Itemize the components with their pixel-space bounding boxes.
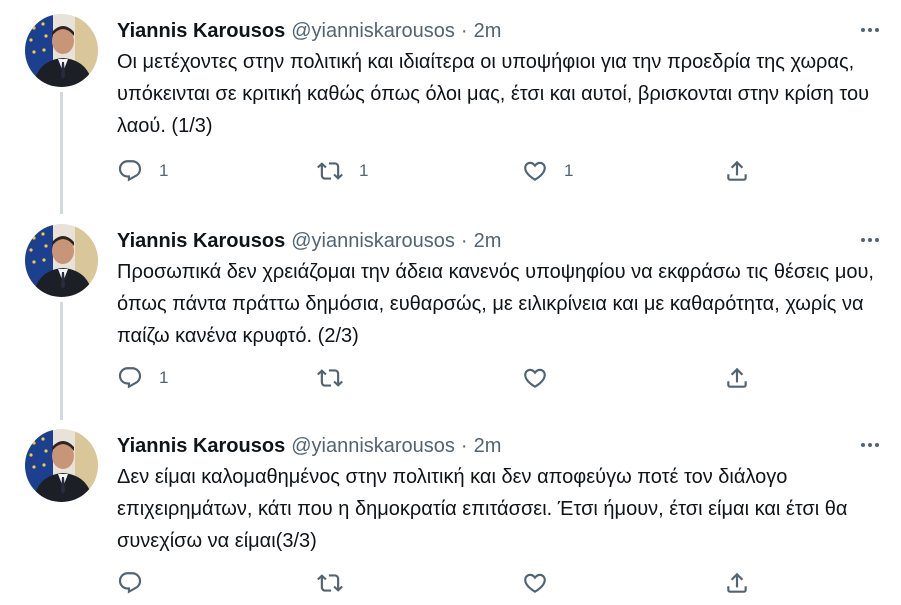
like-button[interactable]: 1	[522, 153, 573, 189]
retweet-button[interactable]	[317, 565, 359, 601]
author-handle[interactable]: @yianniskarousos	[291, 230, 455, 253]
timestamp[interactable]: 2m	[474, 230, 502, 253]
more-icon	[858, 433, 882, 457]
tweet[interactable]: Yiannis Karousos @yianniskarousos · 2m Π…	[0, 210, 901, 420]
timestamp[interactable]: 2m	[474, 20, 502, 43]
reply-button[interactable]	[117, 565, 159, 601]
tweet-header: Yiannis Karousos @yianniskarousos · 2m	[117, 431, 881, 461]
retweet-icon	[317, 570, 343, 596]
thread-connector-line	[60, 302, 63, 420]
reply-icon	[117, 158, 143, 184]
separator-dot: ·	[460, 229, 468, 252]
tweet-text: Δεν είμαι καλομαθημένος στην πολιτική κα…	[117, 466, 848, 552]
thread-connector-line	[60, 92, 63, 214]
tweet-header: Yiannis Karousos @yianniskarousos · 2m	[117, 16, 881, 46]
author-handle[interactable]: @yianniskarousos	[291, 435, 455, 458]
more-options-button[interactable]	[855, 433, 885, 457]
share-icon	[724, 365, 750, 391]
more-options-button[interactable]	[855, 228, 885, 252]
share-icon	[724, 570, 750, 596]
share-button[interactable]	[724, 153, 750, 189]
more-icon	[858, 18, 882, 42]
tweet-actions	[117, 565, 757, 601]
reply-icon	[117, 365, 143, 391]
retweet-button[interactable]	[317, 360, 359, 396]
avatar[interactable]	[25, 224, 98, 297]
tweet[interactable]: Yiannis Karousos @yianniskarousos · 2m Δ…	[0, 415, 901, 605]
like-button[interactable]	[522, 360, 564, 396]
avatar[interactable]	[25, 429, 98, 502]
share-button[interactable]	[724, 565, 750, 601]
share-icon	[724, 158, 750, 184]
avatar[interactable]	[25, 14, 98, 87]
tweet-text: Οι μετέχοντες στην πολιτική και ιδιαίτερ…	[117, 51, 870, 137]
author-name[interactable]: Yiannis Karousos	[117, 230, 285, 253]
separator-dot: ·	[460, 19, 468, 42]
reply-icon	[117, 570, 143, 596]
retweet-icon	[317, 158, 343, 184]
author-handle[interactable]: @yianniskarousos	[291, 20, 455, 43]
tweet[interactable]: Yiannis Karousos @yianniskarousos · 2m Ο…	[0, 0, 901, 214]
like-icon	[522, 158, 548, 184]
like-count: 1	[564, 161, 574, 180]
like-icon	[522, 365, 548, 391]
more-icon	[858, 228, 882, 252]
reply-count: 1	[159, 368, 169, 387]
tweet-actions: 1 1 1	[117, 153, 757, 189]
tweet-header: Yiannis Karousos @yianniskarousos · 2m	[117, 226, 881, 256]
reply-button[interactable]: 1	[117, 360, 168, 396]
retweet-count: 1	[359, 161, 369, 180]
more-options-button[interactable]	[855, 18, 885, 42]
author-name[interactable]: Yiannis Karousos	[117, 20, 285, 43]
separator-dot: ·	[460, 434, 468, 457]
reply-button[interactable]: 1	[117, 153, 168, 189]
tweet-thread: Yiannis Karousos @yianniskarousos · 2m Ο…	[0, 0, 901, 605]
share-button[interactable]	[724, 360, 750, 396]
tweet-text: Προσωπικά δεν χρειάζομαι την άδεια κανεν…	[117, 261, 874, 347]
like-icon	[522, 570, 548, 596]
retweet-icon	[317, 365, 343, 391]
like-button[interactable]	[522, 565, 564, 601]
timestamp[interactable]: 2m	[474, 435, 502, 458]
retweet-button[interactable]: 1	[317, 153, 368, 189]
author-name[interactable]: Yiannis Karousos	[117, 435, 285, 458]
reply-count: 1	[159, 161, 169, 180]
tweet-actions: 1	[117, 360, 757, 396]
